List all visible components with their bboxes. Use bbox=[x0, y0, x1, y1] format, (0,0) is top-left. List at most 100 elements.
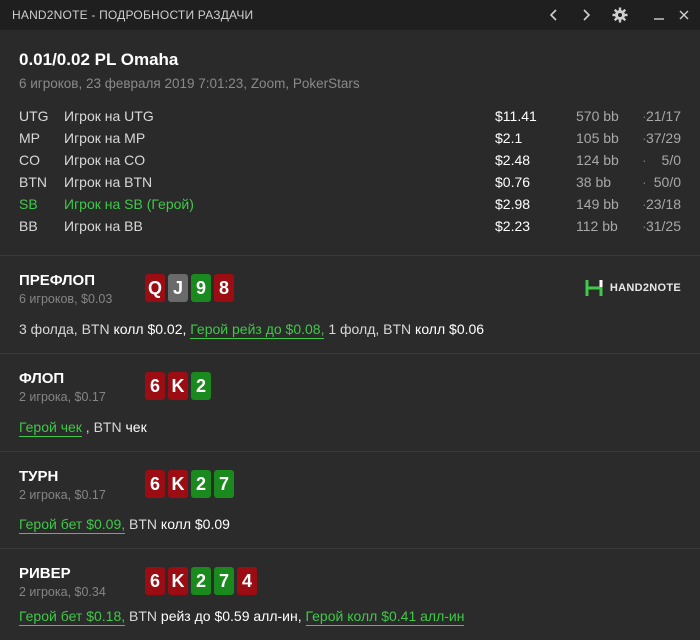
street-info: 2 игрока, $0.17 bbox=[19, 390, 106, 404]
street-actions: Герой бет $0.18, BTN рейз до $0.59 алл-и… bbox=[19, 608, 465, 626]
hero-action: Герой рейз до $0.08, bbox=[190, 321, 325, 339]
playing-card: 4 bbox=[237, 567, 257, 595]
hero-action: Герой колл $0.41 алл-ин bbox=[305, 608, 465, 626]
chevron-left-icon[interactable] bbox=[540, 0, 568, 30]
street-river: РИВЕР 2 игрока, $0.34 6K274 Герой бет $0… bbox=[0, 549, 700, 640]
player-stat: 21/17 bbox=[645, 108, 681, 124]
minimize-icon[interactable] bbox=[645, 0, 673, 30]
playing-card: 8 bbox=[214, 274, 234, 302]
hand2note-logo-icon bbox=[585, 280, 603, 296]
player-stat: 31/25 bbox=[645, 218, 681, 234]
player-stack-bb: 570 bb bbox=[576, 108, 619, 124]
playing-card: 6 bbox=[145, 372, 165, 400]
player-stack-bb: 149 bb bbox=[576, 196, 619, 212]
player-stat: 5/0 bbox=[661, 152, 681, 168]
street-turn: ТУРН 2 игрока, $0.17 6K27 Герой бет $0.0… bbox=[0, 452, 700, 549]
player-stack-bb: 105 bb bbox=[576, 130, 619, 146]
street-name: ФЛОП bbox=[19, 370, 65, 387]
player-row: BTN Игрок на BTN $0.76 38 bb · 50/0 bbox=[19, 171, 681, 193]
action-text: колл $0.09 bbox=[160, 516, 230, 532]
player-name: Игрок на BTN bbox=[64, 174, 153, 190]
street-actions: Герой бет $0.09, BTN колл $0.09 bbox=[19, 516, 230, 534]
player-position: CO bbox=[19, 152, 40, 168]
player-stack-bb: 124 bb bbox=[576, 152, 619, 168]
playing-card: K bbox=[168, 567, 188, 595]
gear-icon[interactable] bbox=[606, 0, 634, 30]
action-text: , BTN bbox=[81, 419, 126, 435]
player-row: CO Игрок на CO $2.48 124 bb · 5/0 bbox=[19, 149, 681, 171]
board-cards: 6K274 bbox=[145, 567, 257, 595]
action-text: колл $0.02, bbox=[113, 321, 187, 337]
player-position: MP bbox=[19, 130, 40, 146]
player-stack: $0.76 bbox=[495, 174, 531, 190]
player-stack-bb: 38 bb bbox=[576, 174, 612, 190]
player-name: Игрок на SB (Герой) bbox=[64, 196, 194, 212]
playing-card: 2 bbox=[191, 372, 211, 400]
chevron-right-icon[interactable] bbox=[572, 0, 600, 30]
player-position: SB bbox=[19, 196, 38, 212]
street-info: 2 игрока, $0.17 bbox=[19, 488, 106, 502]
street-actions: 3 фолда, BTN колл $0.02, Герой рейз до $… bbox=[19, 321, 485, 339]
street-flop: ФЛОП 2 игрока, $0.17 6K2 Герой чек , BTN… bbox=[0, 354, 700, 452]
player-row-hero: SB Игрок на SB (Герой) $2.98 149 bb · 23… bbox=[19, 193, 681, 215]
street-name: РИВЕР bbox=[19, 565, 71, 582]
player-row: BB Игрок на BB $2.23 112 bb · 31/25 bbox=[19, 215, 681, 237]
street-header: ПРЕФЛОП 6 игроков, $0.03 bbox=[19, 272, 112, 306]
player-stat: 50/0 bbox=[653, 174, 681, 190]
player-position: UTG bbox=[19, 108, 49, 124]
action-text: BTN bbox=[125, 516, 161, 532]
hero-link[interactable]: Герой рейз до $0.08, bbox=[190, 321, 325, 339]
playing-card: K bbox=[168, 372, 188, 400]
player-stack: $11.41 bbox=[495, 108, 537, 124]
action-text: 1 фолд, BTN bbox=[324, 321, 416, 337]
playing-card: Q bbox=[145, 274, 165, 302]
hero-link[interactable]: Герой колл $0.41 алл-ин bbox=[305, 608, 465, 626]
hero-action: Герой чек bbox=[19, 419, 82, 437]
player-stack: $2.23 bbox=[495, 218, 531, 234]
logo-text: HAND2NOTE bbox=[609, 282, 681, 294]
street-header: ФЛОП 2 игрока, $0.17 bbox=[19, 370, 106, 404]
game-subtitle: 6 игроков, 23 февраля 2019 7:01:23, Zoom… bbox=[19, 76, 360, 91]
street-info: 2 игрока, $0.34 bbox=[19, 585, 106, 599]
street-actions: Герой чек , BTN чек bbox=[19, 419, 147, 437]
playing-card: J bbox=[168, 274, 188, 302]
street-name: ПРЕФЛОП bbox=[19, 272, 95, 289]
playing-card: 2 bbox=[191, 470, 211, 498]
action-text: 3 фолда, BTN bbox=[19, 321, 114, 337]
title-bar: HAND2NOTE - ПОДРОБНОСТИ РАЗДАЧИ bbox=[0, 0, 700, 30]
street-header: ТУРН 2 игрока, $0.17 bbox=[19, 468, 106, 502]
action-text: чек bbox=[125, 419, 147, 435]
player-row: UTG Игрок на UTG $11.41 570 bb · 21/17 bbox=[19, 105, 681, 127]
player-position: BB bbox=[19, 218, 38, 234]
window-title: HAND2NOTE - ПОДРОБНОСТИ РАЗДАЧИ bbox=[12, 8, 254, 22]
players-list: UTG Игрок на UTG $11.41 570 bb · 21/17 M… bbox=[19, 105, 681, 237]
game-title: 0.01/0.02 PL Omaha bbox=[19, 50, 179, 69]
action-text: колл $0.06 bbox=[415, 321, 485, 337]
playing-card: 9 bbox=[191, 274, 211, 302]
hero-link[interactable]: Герой чек bbox=[19, 419, 82, 437]
hero-link[interactable]: Герой бет $0.18, bbox=[19, 608, 126, 626]
hero-action: Герой бет $0.09, bbox=[19, 516, 126, 534]
street-name: ТУРН bbox=[19, 468, 59, 485]
player-stack: $2.98 bbox=[495, 196, 531, 212]
hero-action: Герой бет $0.18, bbox=[19, 608, 126, 626]
street-preflop: ПРЕФЛОП 6 игроков, $0.03 QJ98 HAND2NOTE … bbox=[0, 256, 700, 354]
player-name: Игрок на UTG bbox=[64, 108, 154, 124]
hand2note-logo: HAND2NOTE bbox=[584, 278, 681, 298]
street-info: 6 игроков, $0.03 bbox=[19, 292, 113, 306]
hand-summary: 0.01/0.02 PL Omaha 6 игроков, 23 февраля… bbox=[0, 30, 700, 256]
action-text: BTN bbox=[125, 608, 161, 624]
playing-card: 6 bbox=[145, 567, 165, 595]
playing-card: K bbox=[168, 470, 188, 498]
action-text: рейз до $0.59 алл-ин, bbox=[160, 608, 302, 624]
player-row: MP Игрок на MP $2.1 105 bb · 37/29 bbox=[19, 127, 681, 149]
player-stat: 37/29 bbox=[645, 130, 681, 146]
player-name: Игрок на CO bbox=[64, 152, 146, 168]
playing-card: 7 bbox=[214, 567, 234, 595]
playing-card: 6 bbox=[145, 470, 165, 498]
street-header: РИВЕР 2 игрока, $0.34 bbox=[19, 565, 106, 599]
hero-link[interactable]: Герой бет $0.09, bbox=[19, 516, 126, 534]
close-icon[interactable] bbox=[670, 0, 698, 30]
player-stack: $2.48 bbox=[495, 152, 531, 168]
board-cards: 6K27 bbox=[145, 470, 234, 498]
